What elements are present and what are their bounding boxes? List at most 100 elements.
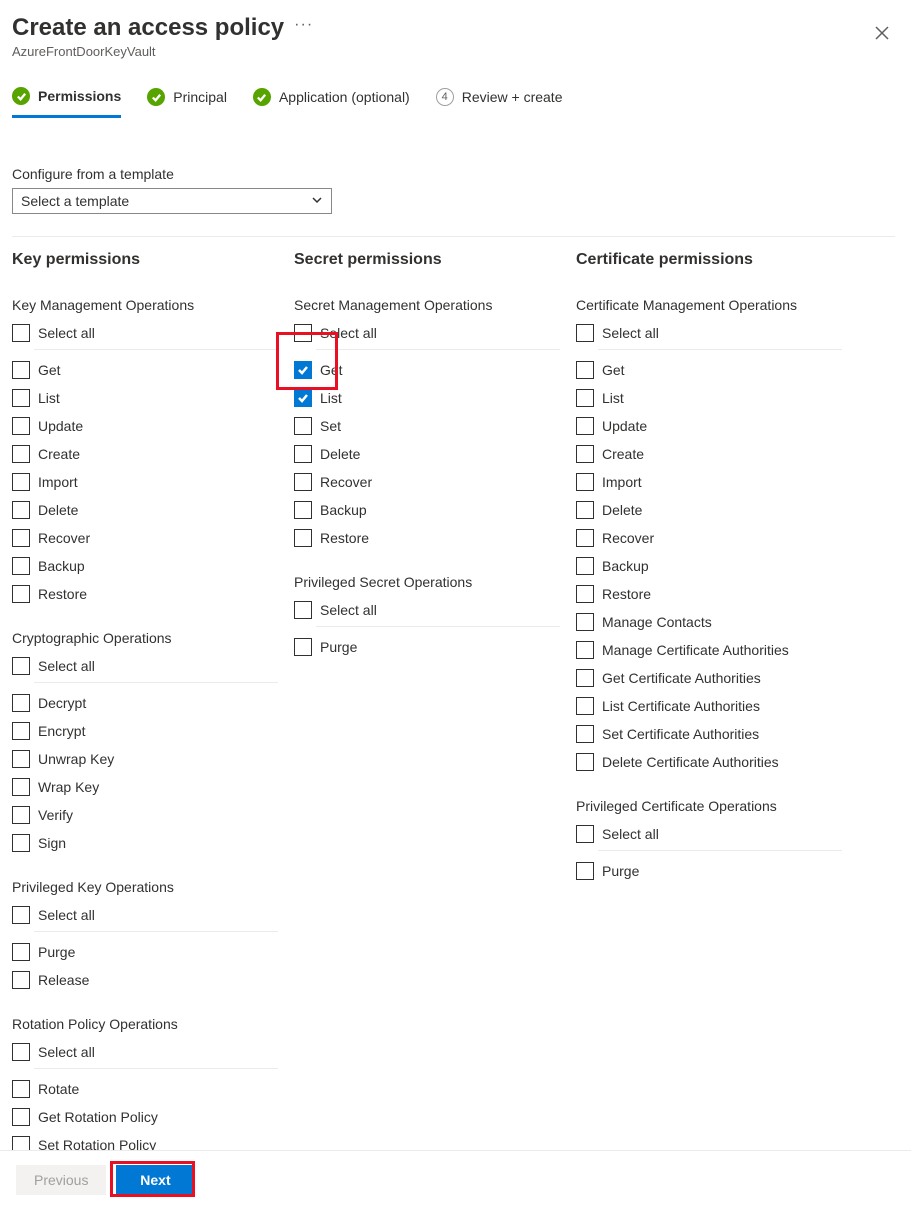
checkbox[interactable] [294, 417, 312, 435]
permission-item[interactable]: Backup [576, 552, 842, 580]
checkbox[interactable] [12, 501, 30, 519]
permission-item[interactable]: Delete [576, 496, 842, 524]
checkbox[interactable] [576, 862, 594, 880]
checkbox[interactable] [294, 638, 312, 656]
checkbox[interactable] [12, 389, 30, 407]
checkbox[interactable] [12, 1108, 30, 1126]
checkbox[interactable] [12, 473, 30, 491]
permission-item[interactable]: Create [12, 440, 278, 468]
checkbox[interactable] [12, 529, 30, 547]
checkbox[interactable] [576, 613, 594, 631]
checkbox[interactable] [576, 361, 594, 379]
select-all-item[interactable]: Select all [12, 901, 278, 929]
permission-item[interactable]: Manage Contacts [576, 608, 842, 636]
permission-item[interactable]: Get Rotation Policy [12, 1103, 278, 1131]
more-actions-icon[interactable]: ··· [294, 16, 313, 40]
next-button[interactable]: Next [116, 1165, 194, 1195]
permission-item[interactable]: List [294, 384, 560, 412]
permission-item[interactable]: Backup [294, 496, 560, 524]
select-all-item[interactable]: Select all [576, 820, 842, 848]
checkbox[interactable] [12, 778, 30, 796]
checkbox[interactable] [576, 641, 594, 659]
permission-item[interactable]: Restore [294, 524, 560, 552]
permission-item[interactable]: Set [294, 412, 560, 440]
permission-item[interactable]: Verify [12, 801, 278, 829]
permission-item[interactable]: Rotate [12, 1075, 278, 1103]
permission-item[interactable]: Import [12, 468, 278, 496]
permission-item[interactable]: Get Certificate Authorities [576, 664, 842, 692]
permission-item[interactable]: Restore [576, 580, 842, 608]
checkbox[interactable] [294, 324, 312, 342]
wizard-step-0[interactable]: Permissions [12, 87, 121, 118]
wizard-step-3[interactable]: 4Review + create [436, 88, 563, 116]
permission-item[interactable]: Sign [12, 829, 278, 857]
checkbox[interactable] [12, 585, 30, 603]
checkbox[interactable] [12, 750, 30, 768]
select-all-item[interactable]: Select all [576, 319, 842, 347]
checkbox[interactable] [12, 1080, 30, 1098]
checkbox[interactable] [12, 694, 30, 712]
checkbox[interactable] [12, 557, 30, 575]
permission-item[interactable]: Import [576, 468, 842, 496]
select-all-item[interactable]: Select all [294, 319, 560, 347]
checkbox[interactable] [576, 697, 594, 715]
checkbox[interactable] [12, 971, 30, 989]
close-button[interactable] [869, 20, 895, 49]
checkbox[interactable] [294, 501, 312, 519]
checkbox[interactable] [12, 417, 30, 435]
template-select[interactable]: Select a template [12, 188, 332, 214]
checkbox[interactable] [576, 557, 594, 575]
checkbox[interactable] [294, 529, 312, 547]
checkbox[interactable] [576, 669, 594, 687]
permission-item[interactable]: List Certificate Authorities [576, 692, 842, 720]
permission-item[interactable]: Manage Certificate Authorities [576, 636, 842, 664]
permission-item[interactable]: Get [576, 356, 842, 384]
checkbox[interactable] [576, 389, 594, 407]
permission-item[interactable]: List [576, 384, 842, 412]
checkbox[interactable] [576, 445, 594, 463]
checkbox[interactable] [12, 722, 30, 740]
permission-item[interactable]: Delete [12, 496, 278, 524]
permission-item[interactable]: Wrap Key [12, 773, 278, 801]
checkbox[interactable] [576, 753, 594, 771]
checkbox[interactable] [576, 725, 594, 743]
permission-item[interactable]: Create [576, 440, 842, 468]
checkbox[interactable] [12, 943, 30, 961]
checkbox[interactable] [294, 473, 312, 491]
permission-item[interactable]: Purge [12, 938, 278, 966]
permission-item[interactable]: Set Certificate Authorities [576, 720, 842, 748]
permission-item[interactable]: Purge [294, 633, 560, 661]
permission-item[interactable]: Recover [294, 468, 560, 496]
checkbox[interactable] [576, 585, 594, 603]
permission-item[interactable]: Delete [294, 440, 560, 468]
wizard-step-2[interactable]: Application (optional) [253, 88, 410, 116]
checkbox[interactable] [12, 657, 30, 675]
select-all-item[interactable]: Select all [294, 596, 560, 624]
permission-item[interactable]: Get [294, 356, 560, 384]
checkbox[interactable] [12, 906, 30, 924]
checkbox[interactable] [294, 601, 312, 619]
select-all-item[interactable]: Select all [12, 1038, 278, 1066]
select-all-item[interactable]: Select all [12, 319, 278, 347]
permission-item[interactable]: Get [12, 356, 278, 384]
wizard-step-1[interactable]: Principal [147, 88, 227, 116]
checkbox[interactable] [12, 1043, 30, 1061]
checkbox[interactable] [576, 529, 594, 547]
checkbox[interactable] [12, 806, 30, 824]
permission-item[interactable]: Recover [576, 524, 842, 552]
checkbox[interactable] [576, 473, 594, 491]
checkbox[interactable] [576, 501, 594, 519]
permission-item[interactable]: Unwrap Key [12, 745, 278, 773]
permission-item[interactable]: Delete Certificate Authorities [576, 748, 842, 776]
checkbox[interactable] [294, 445, 312, 463]
permission-item[interactable]: Purge [576, 857, 842, 885]
permission-item[interactable]: Encrypt [12, 717, 278, 745]
permission-item[interactable]: Update [12, 412, 278, 440]
checkbox[interactable] [576, 324, 594, 342]
checkbox[interactable] [12, 834, 30, 852]
permission-item[interactable]: Release [12, 966, 278, 994]
checkbox[interactable] [12, 361, 30, 379]
checkbox[interactable] [576, 825, 594, 843]
checkbox[interactable] [576, 417, 594, 435]
checkbox[interactable] [12, 324, 30, 342]
